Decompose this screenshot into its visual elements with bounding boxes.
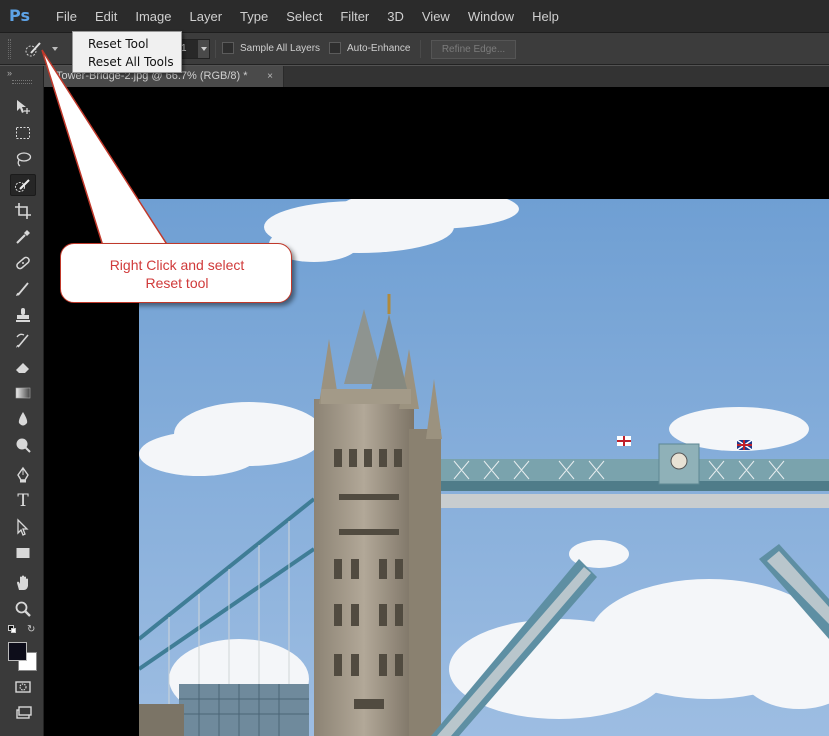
blur-tool-icon[interactable] (10, 408, 36, 430)
auto-enhance-checkbox[interactable]: Auto-Enhance (329, 42, 410, 54)
checkbox-box[interactable] (329, 42, 341, 54)
move-tool-icon[interactable] (10, 96, 36, 118)
quick-selection-tool-icon[interactable] (10, 174, 36, 196)
gradient-tool-icon[interactable] (10, 382, 36, 404)
toolbox-grip[interactable] (12, 80, 32, 84)
eraser-tool-icon[interactable] (10, 356, 36, 378)
document-canvas[interactable] (44, 87, 829, 736)
crop-tool-icon[interactable] (10, 200, 36, 222)
callout-line-1: Right Click and select (109, 257, 245, 273)
lasso-tool-icon[interactable] (10, 148, 36, 170)
type-tool-glyph: T (17, 491, 29, 511)
menu-view[interactable]: View (413, 0, 459, 33)
chevron-down-icon (198, 40, 209, 58)
type-tool-icon[interactable]: T (10, 490, 36, 512)
marquee-tool-icon[interactable] (10, 122, 36, 144)
chevron-down-icon (52, 47, 58, 51)
brush-tool-icon[interactable] (10, 278, 36, 300)
tool-preset-picker[interactable] (24, 39, 62, 59)
path-selection-tool-icon[interactable] (10, 516, 36, 538)
toolbox: » T ↻ (0, 66, 44, 736)
checkbox-box[interactable] (222, 42, 234, 54)
menu-bar: Ps File Edit Image Layer Type Select Fil… (0, 0, 829, 33)
menu-type[interactable]: Type (231, 0, 277, 33)
clone-stamp-tool-icon[interactable] (10, 304, 36, 326)
photoshop-logo: Ps (9, 6, 30, 25)
menu-layer[interactable]: Layer (181, 0, 232, 33)
menu-edit[interactable]: Edit (86, 0, 126, 33)
menu-file[interactable]: File (47, 0, 86, 33)
collapse-panel-icon[interactable]: » (7, 68, 12, 78)
hand-tool-icon[interactable] (10, 572, 36, 594)
foreground-color-swatch[interactable] (8, 642, 27, 661)
refine-edge-button[interactable]: Refine Edge... (431, 40, 516, 59)
rectangle-tool-icon[interactable] (10, 542, 36, 564)
quick-selection-brush-icon (25, 42, 41, 57)
quick-mask-icon[interactable] (10, 676, 36, 698)
menu-select[interactable]: Select (277, 0, 331, 33)
options-bar-grip[interactable] (8, 39, 11, 59)
swap-colors-icon[interactable]: ↻ (27, 624, 35, 635)
instruction-callout: Right Click and select Reset tool (60, 243, 292, 303)
menu-image[interactable]: Image (126, 0, 180, 33)
close-icon[interactable]: × (267, 66, 273, 87)
zoom-tool-icon[interactable] (10, 598, 36, 620)
menu-help[interactable]: Help (523, 0, 568, 33)
dodge-tool-icon[interactable] (10, 434, 36, 456)
auto-enhance-label: Auto-Enhance (347, 42, 411, 54)
pen-tool-icon[interactable] (10, 464, 36, 486)
menu-3d[interactable]: 3D (378, 0, 413, 33)
sample-all-layers-label: Sample All Layers (240, 42, 321, 54)
eyedropper-tool-icon[interactable] (10, 226, 36, 248)
reset-tool-menu-item[interactable]: Reset Tool (73, 35, 181, 53)
callout-text: Right Click and select Reset tool (61, 256, 293, 292)
menu-window[interactable]: Window (459, 0, 523, 33)
divider (420, 40, 421, 58)
history-brush-tool-icon[interactable] (10, 330, 36, 352)
default-colors-icon[interactable] (8, 625, 16, 633)
healing-brush-tool-icon[interactable] (10, 252, 36, 274)
tool-context-menu: Reset Tool Reset All Tools (72, 31, 182, 73)
reset-all-tools-menu-item[interactable]: Reset All Tools (73, 53, 181, 71)
screen-mode-icon[interactable] (10, 702, 36, 724)
menu-filter[interactable]: Filter (331, 0, 378, 33)
sample-all-layers-checkbox[interactable]: Sample All Layers (222, 42, 320, 54)
callout-line-2: Reset tool (145, 275, 209, 291)
divider (215, 40, 216, 58)
